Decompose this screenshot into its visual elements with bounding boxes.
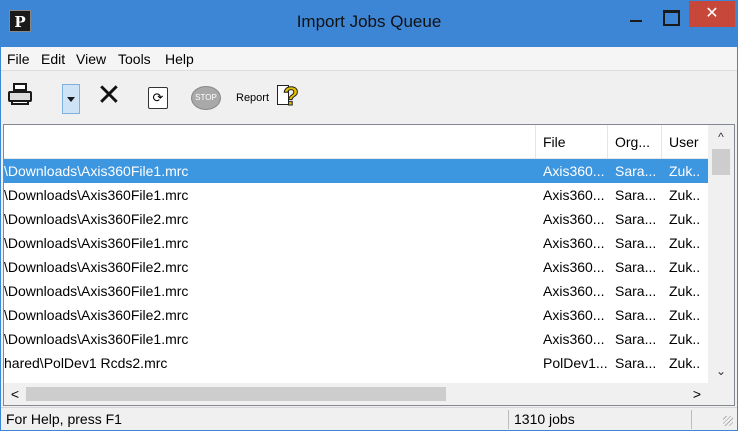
vertical-scrollbar[interactable]: ^ ⌄ [708,125,734,383]
job-count: 1310 jobs [514,411,575,427]
cell-path: \Downloads\Axis360File1.mrc [4,187,189,203]
cell-org: Sara... [615,331,657,347]
cell-file: Axis360... [543,307,605,323]
table-row[interactable]: \Downloads\Axis360File1.mrc Axis360... S… [4,231,708,255]
cell-user: Zuk.. [669,187,701,203]
refresh-icon[interactable]: ⟳ [148,87,168,109]
import-jobs-window: P Import Jobs Queue ✕ File Edit View Too… [0,0,738,431]
table-row[interactable]: \Downloads\Axis360File2.mrc Axis360... S… [4,303,708,327]
column-header-file[interactable]: File [536,125,608,159]
cut-icon[interactable]: ✕ [94,80,124,112]
report-button[interactable]: Report [236,89,269,107]
menu-help[interactable]: Help [165,51,194,67]
column-header-path[interactable] [4,125,536,159]
cell-path: \Downloads\Axis360File1.mrc [4,331,189,347]
printer-icon[interactable] [7,80,35,112]
cell-org: Sara... [615,235,657,251]
cell-user: Zuk.. [669,163,701,179]
cell-file: Axis360... [543,163,605,179]
table-row[interactable]: \Downloads\Axis360File1.mrc Axis360... S… [4,183,708,207]
scrollbar-corner [708,383,734,405]
vertical-scroll-thumb[interactable] [712,149,730,175]
menu-file[interactable]: File [7,51,30,67]
cell-org: Sara... [615,211,657,227]
cell-path: \Downloads\Axis360File2.mrc [4,307,189,323]
cell-user: Zuk.. [669,283,701,299]
cell-user: Zuk.. [669,307,701,323]
cell-user: Zuk.. [669,355,701,371]
status-divider [691,410,692,429]
scroll-left-icon[interactable]: < [4,383,26,405]
table-row[interactable]: \Downloads\Axis360File1.mrc Axis360... S… [4,159,708,183]
menu-edit[interactable]: Edit [41,51,65,67]
cell-user: Zuk.. [669,259,701,275]
cell-file: Axis360... [543,211,605,227]
cell-org: Sara... [615,163,657,179]
cell-org: Sara... [615,283,657,299]
status-help-text: For Help, press F1 [6,411,122,427]
cell-file: Axis360... [543,235,605,251]
table-row[interactable]: \Downloads\Axis360File1.mrc Axis360... S… [4,327,708,351]
menu-tools[interactable]: Tools [118,51,151,67]
horizontal-scrollbar[interactable]: < > [4,383,708,405]
dropdown-arrow-icon[interactable] [62,84,80,114]
cell-file: Axis360... [543,283,605,299]
cell-user: Zuk.. [669,211,701,227]
table-row[interactable]: \Downloads\Axis360File2.mrc Axis360... S… [4,255,708,279]
scroll-down-icon[interactable]: ⌄ [708,359,734,383]
cell-path: hared\PolDev1 Rcds2.mrc [4,355,168,371]
status-bar: For Help, press F1 1310 jobs [1,407,737,430]
menu-bar: File Edit View Tools Help [1,47,737,71]
stop-icon[interactable]: STOP [191,86,221,110]
resize-grip-icon[interactable] [723,416,733,426]
column-header-org[interactable]: Org... [608,125,662,159]
cell-file: Axis360... [543,259,605,275]
table-row[interactable]: \Downloads\Axis360File1.mrc Axis360... S… [4,279,708,303]
scroll-up-icon[interactable]: ^ [708,125,734,149]
cell-user: Zuk.. [669,235,701,251]
cell-org: Sara... [615,187,657,203]
scroll-right-icon[interactable]: > [686,383,708,405]
cell-user: Zuk.. [669,331,701,347]
horizontal-scroll-thumb[interactable] [26,387,446,401]
maximize-button[interactable] [653,1,687,31]
close-button[interactable]: ✕ [689,1,735,27]
jobs-list[interactable]: File Org... User \Downloads\Axis360File1… [3,124,735,406]
toolbar: ✕ ⟳ STOP Report ? [1,72,737,124]
table-row[interactable]: \Downloads\Axis360File2.mrc Axis360... S… [4,207,708,231]
status-divider [508,410,509,429]
cell-org: Sara... [615,259,657,275]
minimize-button[interactable] [619,1,653,31]
cell-file: Axis360... [543,331,605,347]
cell-file: Axis360... [543,187,605,203]
cell-file: PolDev1... [543,355,607,371]
cell-path: \Downloads\Axis360File1.mrc [4,163,189,179]
title-bar[interactable]: P Import Jobs Queue ✕ [1,1,737,47]
cell-path: \Downloads\Axis360File2.mrc [4,259,189,275]
menu-view[interactable]: View [76,51,106,67]
cell-path: \Downloads\Axis360File1.mrc [4,283,189,299]
list-header: File Org... User [4,125,734,159]
table-row[interactable]: hared\PolDev1 Rcds2.mrc PolDev1... Sara.… [4,351,708,375]
cell-org: Sara... [615,355,657,371]
help-icon[interactable]: ? [277,81,307,113]
column-header-user[interactable]: User [662,125,708,159]
cell-path: \Downloads\Axis360File1.mrc [4,235,189,251]
cell-org: Sara... [615,307,657,323]
cell-path: \Downloads\Axis360File2.mrc [4,211,189,227]
